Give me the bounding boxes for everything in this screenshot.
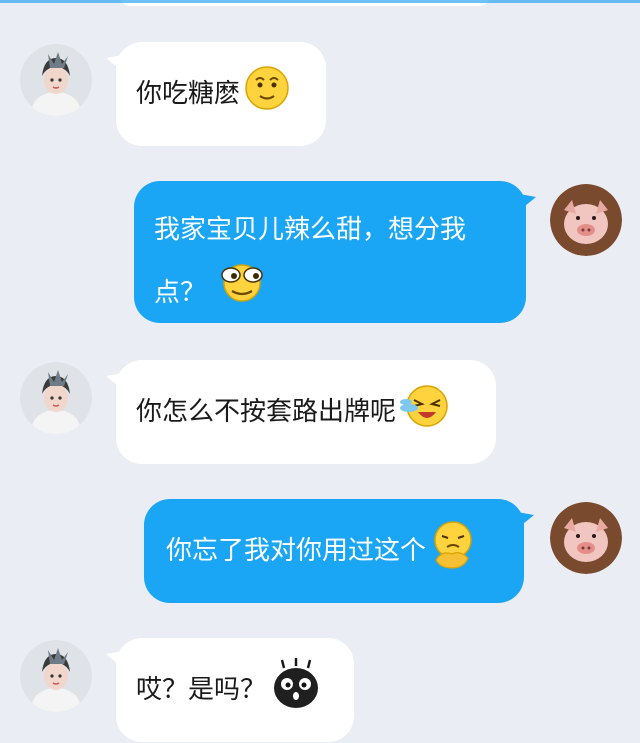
incoming-message-bubble[interactable]: 你怎么不按套路出牌呢 <box>106 360 496 464</box>
message-text: 你怎么不按套路出牌呢 <box>136 397 397 427</box>
incoming-message-bubble[interactable]: 你吃糖麽 <box>106 42 326 146</box>
bubble-tail <box>514 193 536 215</box>
contact-avatar[interactable] <box>20 362 92 434</box>
black-creature-emoji-icon <box>270 657 322 723</box>
outgoing-message-bubble[interactable]: 你忘了我对你用过这个 <box>144 499 534 603</box>
side-eye-emoji-icon <box>218 261 266 326</box>
bubble-tail <box>106 372 128 394</box>
message-text: 你忘了我对你用过这个 <box>166 536 427 566</box>
message-text: 哎？是吗？ <box>136 675 267 705</box>
message-text-block: 我家宝贝儿辣么甜，想分我 点？ <box>154 199 504 326</box>
contact-avatar[interactable] <box>20 640 92 712</box>
outgoing-message-bubble[interactable]: 我家宝贝儿辣么甜，想分我 点？ <box>134 181 536 326</box>
message-text-line-2: 点？ <box>154 278 207 308</box>
contact-avatar[interactable] <box>20 44 92 116</box>
smile-emoji-icon <box>244 65 290 124</box>
message-text: 你吃糖麽 <box>136 79 241 109</box>
bubble-tail <box>512 511 534 533</box>
shy-hand-emoji-icon <box>430 520 476 583</box>
top-accent-line <box>0 0 640 3</box>
self-avatar[interactable] <box>550 502 622 574</box>
laugh-cry-emoji-icon <box>400 382 450 443</box>
bubble-tail <box>106 650 128 672</box>
bubble-tail <box>106 54 128 76</box>
self-avatar[interactable] <box>550 184 622 256</box>
message-text-line-1: 我家宝贝儿辣么甜，想分我 <box>154 215 467 245</box>
incoming-message-bubble[interactable]: 哎？是吗？ <box>106 638 354 742</box>
